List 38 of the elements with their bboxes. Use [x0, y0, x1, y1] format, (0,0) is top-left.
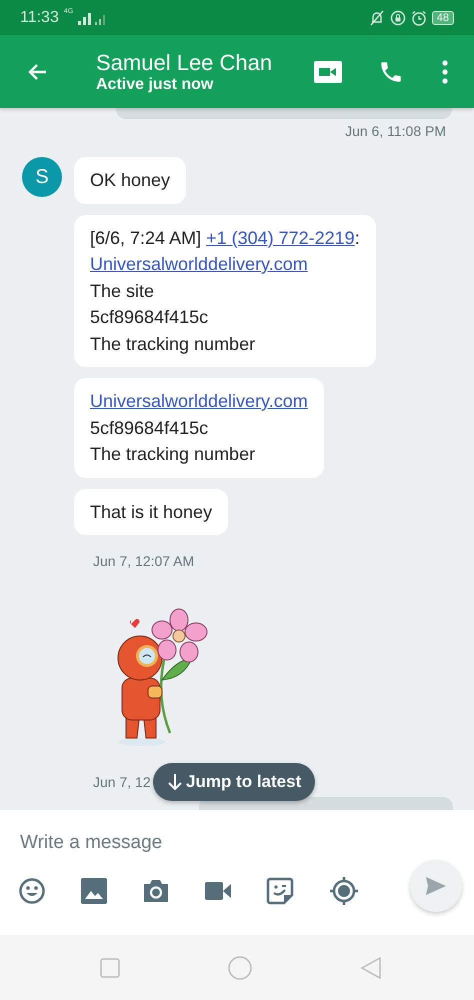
status-time: 11:33 [20, 8, 59, 26]
lock-icon [390, 10, 406, 26]
camera-icon[interactable] [142, 878, 170, 904]
emoji-icon[interactable] [18, 877, 46, 905]
message-text: : [354, 228, 360, 248]
gallery-icon[interactable] [81, 878, 107, 904]
back-nav-icon[interactable] [360, 956, 382, 978]
send-icon [425, 876, 447, 896]
message-link[interactable]: Universalworlddelivery.com [90, 254, 308, 274]
jump-to-latest-button[interactable]: Jump to latest [153, 763, 316, 802]
video-call-icon[interactable] [314, 60, 342, 82]
mute-icon [368, 10, 385, 26]
sticker-icon[interactable] [266, 877, 294, 905]
send-button[interactable] [410, 860, 462, 912]
recents-icon[interactable] [100, 958, 120, 978]
battery-level: 48 [432, 10, 454, 24]
arrow-down-icon [167, 773, 183, 792]
message-text: 5cf89684f415c [90, 418, 208, 438]
message-text: The site [90, 280, 154, 301]
presence-status: Active just now [96, 76, 214, 94]
contact-avatar[interactable]: S [22, 157, 62, 198]
home-icon[interactable] [228, 956, 252, 980]
alarm-icon [410, 10, 427, 26]
message-text: That is it honey [90, 502, 212, 522]
message-link[interactable]: +1 (304) 772-2219 [206, 228, 355, 248]
message-link[interactable]: Universalworlddelivery.com [90, 391, 308, 412]
contact-name: Samuel Lee Chan [96, 50, 274, 76]
message-text: [6/6, 7:24 AM] [90, 228, 202, 248]
message-timestamp: Jun 7, 12:07 AM [93, 553, 194, 570]
location-icon[interactable] [329, 876, 359, 906]
message-text: 5cf89684f415c [90, 307, 208, 328]
message-text: The tracking number [90, 334, 256, 354]
message-text: The tracking number [90, 444, 256, 464]
video-icon[interactable] [205, 882, 231, 900]
message-timestamp: Jun 6, 11:08 PM [345, 123, 446, 140]
message-text: OK honey [90, 170, 170, 190]
message-timestamp: Jun 7, 12 [93, 774, 151, 790]
more-icon[interactable] [442, 60, 448, 84]
